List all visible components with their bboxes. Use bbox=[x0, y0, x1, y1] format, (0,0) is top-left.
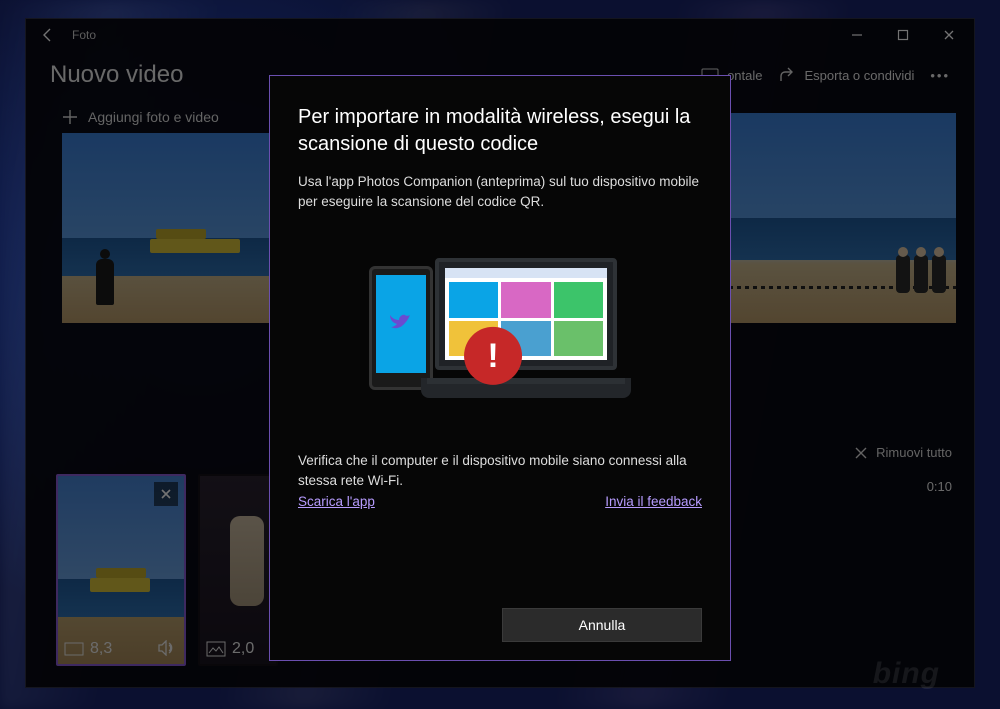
error-icon: ! bbox=[464, 327, 522, 385]
send-feedback-link[interactable]: Invia il feedback bbox=[605, 494, 702, 509]
watermark: bing bbox=[873, 657, 940, 691]
dialog-illustration: ! bbox=[298, 233, 702, 423]
laptop-icon bbox=[421, 258, 631, 398]
cancel-label: Annulla bbox=[579, 617, 626, 633]
import-wireless-dialog: Per importare in modalità wireless, eseg… bbox=[269, 75, 731, 661]
cancel-button[interactable]: Annulla bbox=[502, 608, 702, 642]
download-app-link[interactable]: Scarica l'app bbox=[298, 494, 375, 509]
dialog-warning: Verifica che il computer e il dispositiv… bbox=[298, 451, 702, 490]
app-window: Foto Nuovo video ontale Esporta o condiv… bbox=[25, 18, 975, 688]
dialog-title: Per importare in modalità wireless, eseg… bbox=[298, 104, 702, 158]
dialog-subtitle: Usa l'app Photos Companion (anteprima) s… bbox=[298, 172, 702, 211]
